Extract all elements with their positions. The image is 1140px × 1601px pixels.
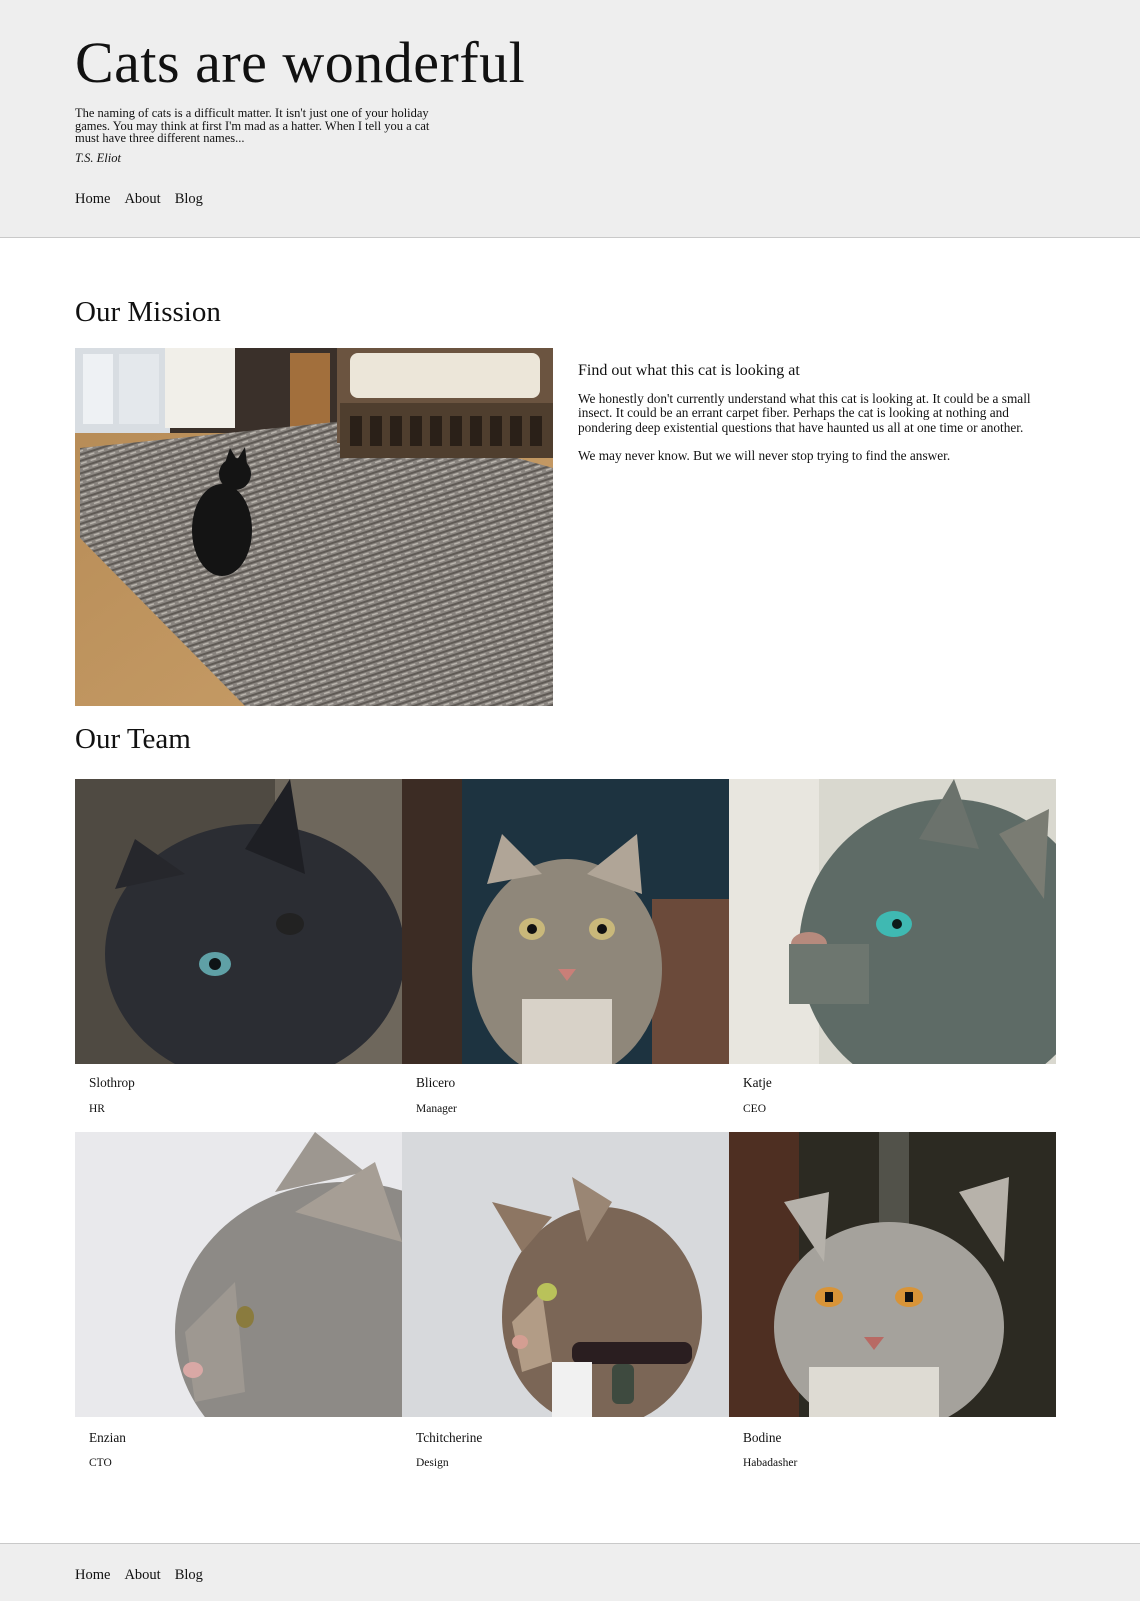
footer-nav: Home About Blog	[75, 1567, 203, 1584]
team-photo-enzian	[75, 1132, 402, 1417]
mission-heading: Our Mission	[75, 296, 221, 328]
member-role: Habadasher	[743, 1457, 798, 1469]
mission-subheading: Find out what this cat is looking at	[578, 362, 800, 379]
member-name: Slothrop	[89, 1075, 135, 1090]
footer-link-blog[interactable]: Blog	[175, 1567, 203, 1584]
mission-paragraph: We may never know. But we will never sto…	[578, 447, 951, 463]
member-role: HR	[89, 1103, 105, 1115]
team-photo-slothrop	[75, 779, 402, 1064]
member-role: CEO	[743, 1103, 766, 1115]
site-title: Cats are wonderful	[75, 30, 526, 95]
site-header: Cats are wonderful The naming of cats is…	[0, 0, 1140, 238]
header-nav: Home About Blog	[75, 191, 203, 208]
team-photo-tchitcherine	[402, 1132, 729, 1417]
nav-link-home[interactable]: Home	[75, 191, 110, 208]
header-quote: The naming of cats is a difficult matter…	[75, 106, 430, 145]
mission-paragraph: We honestly don't currently understand w…	[578, 391, 1031, 435]
member-name: Blicero	[416, 1075, 456, 1090]
member-name: Bodine	[743, 1430, 782, 1445]
member-name: Tchitcherine	[416, 1430, 483, 1445]
member-role: Manager	[416, 1103, 457, 1115]
member-name: Katje	[743, 1075, 772, 1090]
team-photo-bodine	[729, 1132, 1056, 1417]
footer-link-home[interactable]: Home	[75, 1567, 110, 1584]
site-footer: Home About Blog	[0, 1543, 1140, 1601]
quote-author: T.S. Eliot	[75, 151, 121, 165]
member-name: Enzian	[89, 1430, 126, 1445]
mission-text: Find out what this cat is looking at We …	[578, 362, 1060, 477]
mission-cat-photo	[75, 348, 553, 706]
footer-link-about[interactable]: About	[124, 1567, 160, 1584]
team-heading: Our Team	[75, 723, 191, 755]
team-photo-katje	[729, 779, 1056, 1064]
nav-link-about[interactable]: About	[124, 191, 160, 208]
team-photo-blicero	[402, 779, 729, 1064]
nav-link-blog[interactable]: Blog	[175, 191, 203, 208]
member-role: Design	[416, 1457, 449, 1469]
member-role: CTO	[89, 1457, 112, 1469]
